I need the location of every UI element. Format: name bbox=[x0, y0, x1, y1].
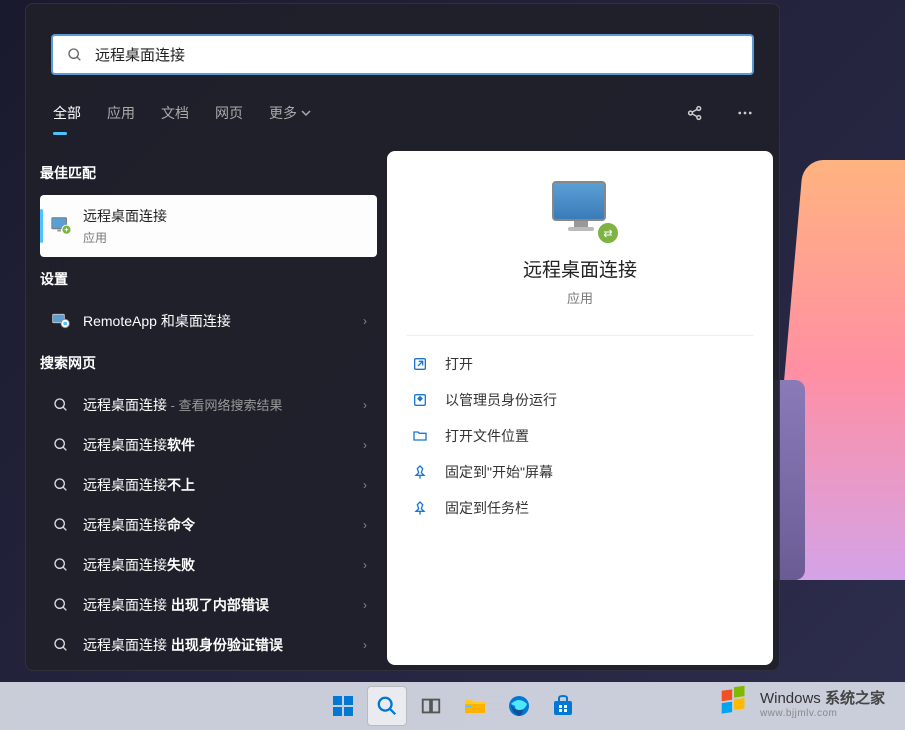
web-result-query: 远程桌面连接 bbox=[83, 517, 167, 533]
divider bbox=[407, 335, 753, 336]
web-result[interactable]: 远程桌面连接 出现身份验证错误 › bbox=[40, 625, 377, 665]
more-options-icon[interactable] bbox=[729, 97, 761, 129]
pin-icon bbox=[411, 499, 429, 517]
search-icon bbox=[50, 434, 72, 456]
taskbar-explorer[interactable] bbox=[455, 686, 495, 726]
watermark-title: Windows 系统之家 bbox=[760, 687, 885, 708]
tab-more-label: 更多 bbox=[269, 103, 297, 123]
web-result-bold: 出现身份验证错误 bbox=[171, 637, 283, 653]
tab-all[interactable]: 全部 bbox=[40, 93, 94, 133]
share-icon[interactable] bbox=[679, 97, 711, 129]
tab-web[interactable]: 网页 bbox=[202, 93, 256, 133]
web-result-bold: 软件 bbox=[167, 437, 195, 453]
web-result[interactable]: 远程桌面连接不上 › bbox=[40, 465, 377, 505]
web-result-bold: 不上 bbox=[167, 477, 195, 493]
web-result-query: 远程桌面连接 bbox=[83, 557, 167, 573]
watermark: Windows 系统之家 www.bjjmlv.com bbox=[704, 680, 897, 726]
chevron-right-icon: › bbox=[363, 438, 367, 452]
start-search-panel: 全部 应用 文档 网页 更多 最佳匹配 远程桌面连接 bbox=[25, 3, 780, 671]
web-result[interactable]: 远程桌面连接 出现了内部错误 › bbox=[40, 585, 377, 625]
web-result-bold: 命令 bbox=[167, 517, 195, 533]
action-open-location[interactable]: 打开文件位置 bbox=[387, 418, 773, 454]
search-icon bbox=[50, 634, 72, 656]
search-icon bbox=[50, 554, 72, 576]
search-icon bbox=[50, 514, 72, 536]
taskbar-taskview[interactable] bbox=[411, 686, 451, 726]
search-icon bbox=[50, 474, 72, 496]
taskbar-edge[interactable] bbox=[499, 686, 539, 726]
best-match-item[interactable]: 远程桌面连接 应用 bbox=[40, 195, 377, 257]
chevron-right-icon: › bbox=[363, 398, 367, 412]
web-result[interactable]: 远程桌面连接软件 › bbox=[40, 425, 377, 465]
chevron-right-icon: › bbox=[363, 314, 367, 328]
action-label: 打开 bbox=[445, 354, 473, 374]
tab-docs[interactable]: 文档 bbox=[148, 93, 202, 133]
search-icon bbox=[50, 394, 72, 416]
section-web: 搜索网页 bbox=[40, 341, 377, 385]
action-label: 以管理员身份运行 bbox=[445, 390, 557, 410]
remoteapp-icon bbox=[50, 310, 72, 332]
web-result[interactable]: 远程桌面连接失败 › bbox=[40, 545, 377, 585]
pin-icon bbox=[411, 463, 429, 481]
chevron-down-icon bbox=[301, 108, 311, 118]
section-settings: 设置 bbox=[40, 257, 377, 301]
search-input[interactable] bbox=[95, 46, 738, 63]
web-result-suffix: - 查看网络搜索结果 bbox=[167, 398, 283, 413]
chevron-right-icon: › bbox=[363, 598, 367, 612]
watermark-url: www.bjjmlv.com bbox=[760, 708, 885, 719]
preview-title: 远程桌面连接 bbox=[387, 255, 773, 282]
action-label: 固定到"开始"屏幕 bbox=[445, 462, 553, 482]
results-list: 最佳匹配 远程桌面连接 应用 设置 RemoteApp 和桌面连接 › 搜索网页 bbox=[40, 151, 377, 665]
taskbar-store[interactable] bbox=[543, 686, 583, 726]
windows-logo-icon bbox=[716, 684, 754, 722]
settings-item-remoteapp[interactable]: RemoteApp 和桌面连接 › bbox=[40, 301, 377, 341]
search-icon bbox=[67, 47, 83, 63]
web-result[interactable]: 远程桌面连接 - 查看网络搜索结果 › bbox=[40, 385, 377, 425]
action-label: 打开文件位置 bbox=[445, 426, 529, 446]
tab-apps[interactable]: 应用 bbox=[94, 93, 148, 133]
web-result-bold: 出现了内部错误 bbox=[171, 597, 269, 613]
best-match-title: 远程桌面连接 bbox=[83, 206, 167, 226]
chevron-right-icon: › bbox=[363, 638, 367, 652]
chevron-right-icon: › bbox=[363, 558, 367, 572]
rdp-app-icon bbox=[50, 215, 72, 237]
web-result-query: 远程桌面连接 bbox=[83, 437, 167, 453]
web-result-query: 远程桌面连接 bbox=[83, 637, 171, 653]
web-result-query: 远程桌面连接 bbox=[83, 597, 171, 613]
preview-pane: ⇄ 远程桌面连接 应用 打开 以管理员身份运行 打开文件位置 固定到"开始"屏幕 bbox=[387, 151, 773, 665]
chevron-right-icon: › bbox=[363, 478, 367, 492]
search-icon bbox=[50, 594, 72, 616]
chevron-right-icon: › bbox=[363, 518, 367, 532]
settings-item-label: RemoteApp 和桌面连接 bbox=[83, 311, 231, 331]
web-result-query: 远程桌面连接 bbox=[83, 477, 167, 493]
web-result-bold: 失败 bbox=[167, 557, 195, 573]
action-label: 固定到任务栏 bbox=[445, 498, 529, 518]
preview-subtitle: 应用 bbox=[387, 288, 773, 307]
action-pin-start[interactable]: 固定到"开始"屏幕 bbox=[387, 454, 773, 490]
action-pin-taskbar[interactable]: 固定到任务栏 bbox=[387, 490, 773, 526]
admin-icon bbox=[411, 391, 429, 409]
section-best-match: 最佳匹配 bbox=[40, 151, 377, 195]
action-run-admin[interactable]: 以管理员身份运行 bbox=[387, 382, 773, 418]
web-result[interactable]: 远程桌面连接命令 › bbox=[40, 505, 377, 545]
action-open[interactable]: 打开 bbox=[387, 346, 773, 382]
filter-tabs: 全部 应用 文档 网页 更多 bbox=[26, 93, 779, 133]
rdp-app-icon-large: ⇄ bbox=[544, 177, 616, 241]
best-match-subtitle: 应用 bbox=[83, 229, 167, 246]
folder-icon bbox=[411, 427, 429, 445]
web-result-query: 远程桌面连接 bbox=[83, 397, 167, 413]
tab-more[interactable]: 更多 bbox=[256, 93, 324, 133]
search-box[interactable] bbox=[51, 34, 754, 75]
open-icon bbox=[411, 355, 429, 373]
start-button[interactable] bbox=[323, 686, 363, 726]
taskbar-search[interactable] bbox=[367, 686, 407, 726]
